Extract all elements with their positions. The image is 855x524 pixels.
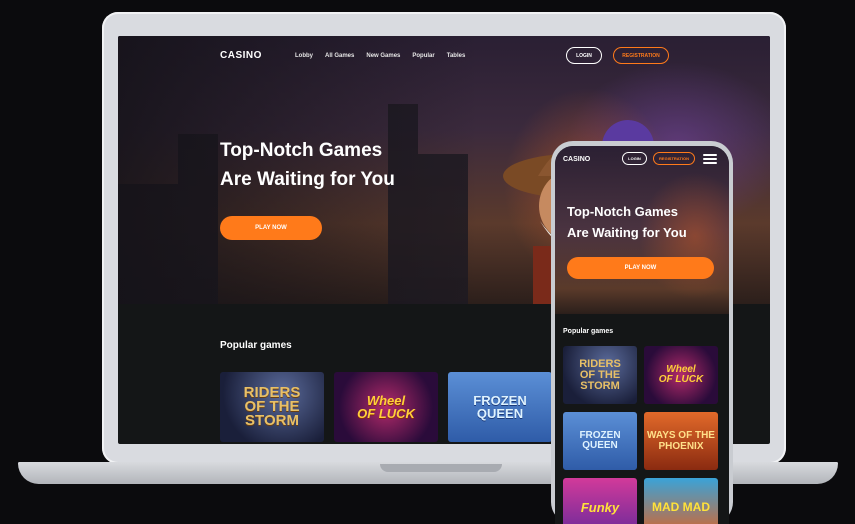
mobile-hero-title: Top-Notch Games Are Waiting for You — [567, 201, 717, 243]
hero-title: Top-Notch Games Are Waiting for You — [220, 136, 450, 194]
mobile-popular-games-heading: Popular games — [563, 328, 614, 335]
registration-button[interactable]: REGISTRATION — [613, 47, 669, 64]
mobile-hero-title-line: Are Waiting for You — [567, 225, 687, 240]
logo[interactable]: CASINO — [220, 50, 262, 61]
game-tile-frozen-queen[interactable]: FROZEN QUEEN — [448, 372, 552, 442]
mobile-game-tile[interactable]: WAYS OF THE PHOENIX — [644, 412, 718, 470]
hamburger-menu-icon[interactable] — [703, 154, 717, 164]
game-tile-subtitle: OF LUCK — [357, 406, 415, 421]
game-tile-subtitle: OF LUCK — [658, 374, 704, 385]
top-nav: CASINO Lobby All Games New Games Popular… — [118, 36, 770, 76]
game-tile-title: RIDERS — [579, 357, 621, 370]
game-tile-title: Funky — [580, 499, 620, 515]
game-tile-title: MAD MAD — [652, 500, 710, 514]
mobile-game-tile[interactable]: MAD MAD — [644, 478, 718, 524]
nav-tables[interactable]: Tables — [447, 53, 466, 59]
game-tile-riders-of-the-storm[interactable]: RIDERS OF THE STORM — [220, 372, 324, 442]
game-tile-subtitle: OF THE STORM — [244, 398, 300, 429]
login-button[interactable]: LOGIN — [566, 47, 602, 64]
mobile-game-tile[interactable]: RIDERS OF THE STORM — [563, 346, 637, 404]
mobile-screen: CASINO LOGIN REGISTRATION Top-Notch Game… — [555, 146, 729, 524]
nav-new-games[interactable]: New Games — [366, 53, 400, 59]
mobile-game-tile[interactable]: Funky — [563, 478, 637, 524]
laptop-notch — [380, 464, 502, 472]
nav-popular[interactable]: Popular — [412, 53, 434, 59]
mobile-login-button[interactable]: LOGIN — [622, 152, 647, 165]
mobile-logo[interactable]: CASINO — [563, 156, 590, 163]
mobile-hero-title-line: Top-Notch Games — [567, 204, 678, 219]
game-tile-subtitle: QUEEN — [582, 440, 618, 451]
game-tile-subtitle: PHOENIX — [658, 441, 704, 452]
game-tile-subtitle: QUEEN — [476, 406, 524, 421]
mobile-game-tile[interactable]: FROZEN QUEEN — [563, 412, 637, 470]
game-tile-subtitle: OF THE STORM — [579, 368, 621, 392]
popular-games-heading: Popular games — [220, 340, 292, 351]
hero-title-line: Top-Notch Games — [220, 140, 383, 161]
nav-lobby[interactable]: Lobby — [295, 53, 313, 59]
game-tile-wheel-of-luck[interactable]: Wheel OF LUCK — [334, 372, 438, 442]
nav-all-games[interactable]: All Games — [325, 53, 354, 59]
play-now-button[interactable]: PLAY NOW — [220, 216, 322, 240]
mobile-game-tile[interactable]: Wheel OF LUCK — [644, 346, 718, 404]
nav-links: Lobby All Games New Games Popular Tables — [295, 53, 465, 59]
game-tile-title: WAYS OF THE — [647, 430, 715, 441]
mobile-play-now-button[interactable]: PLAY NOW — [567, 257, 714, 279]
mobile-registration-button[interactable]: REGISTRATION — [653, 152, 695, 165]
hero-title-line: Are Waiting for You — [220, 169, 395, 190]
